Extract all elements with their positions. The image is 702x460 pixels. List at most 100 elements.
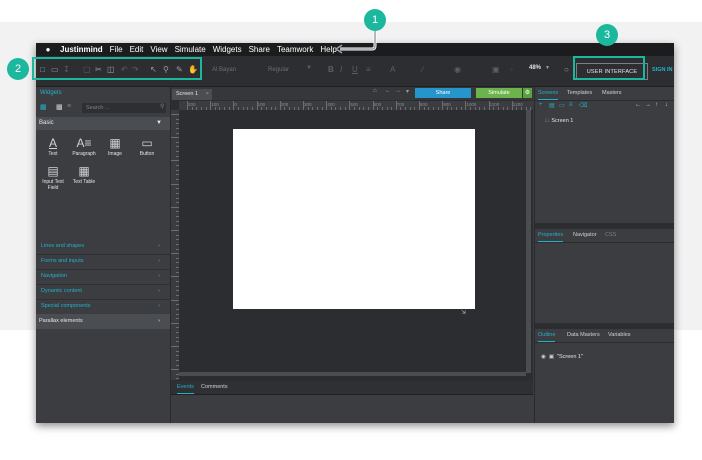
ruler-tick bbox=[219, 107, 221, 110]
outline-tree-item[interactable]: ◉ ▣ "Screen 1" bbox=[541, 354, 583, 360]
library-icon[interactable]: ▦ bbox=[40, 103, 47, 111]
app-name[interactable]: Justinmind bbox=[60, 45, 103, 54]
ruler-tick bbox=[367, 107, 369, 110]
fill-icon[interactable]: ◉ bbox=[454, 65, 461, 74]
basic-group-header[interactable]: Basic ▼ bbox=[36, 117, 170, 130]
menu-edit[interactable]: Edit bbox=[130, 45, 144, 54]
zoom-dropdown-icon[interactable]: ▼ bbox=[545, 65, 550, 71]
font-size-icon[interactable]: ▼ bbox=[306, 65, 312, 71]
screen-dropdown-icon[interactable]: ▾ bbox=[406, 88, 409, 95]
back-icon[interactable]: ← bbox=[385, 88, 391, 94]
forward-icon[interactable]: → bbox=[395, 88, 401, 94]
category-navigation[interactable]: Navigation › bbox=[36, 269, 170, 285]
grid-view-icon[interactable]: ▩ bbox=[56, 103, 63, 111]
ruler-tick bbox=[176, 332, 179, 334]
category-dynamic-content[interactable]: Dynamic content › bbox=[36, 284, 170, 300]
menu-simulate[interactable]: Simulate bbox=[175, 45, 206, 54]
search-icon[interactable]: ○ bbox=[564, 65, 569, 74]
widget-text[interactable]: A Text bbox=[38, 135, 68, 161]
menu-file[interactable]: File bbox=[110, 45, 123, 54]
widget-button[interactable]: ▭ Button bbox=[132, 135, 162, 161]
new-screen-icon[interactable]: ▤ bbox=[549, 102, 555, 109]
ruler-tick bbox=[247, 107, 249, 110]
tab-css[interactable]: CSS bbox=[605, 229, 616, 241]
category-lines-and-shapes[interactable]: Lines and shapes › bbox=[36, 239, 170, 255]
arrow-right-icon[interactable]: → bbox=[645, 102, 651, 108]
add-icon[interactable]: + bbox=[539, 102, 543, 108]
menu-share[interactable]: Share bbox=[249, 45, 270, 54]
zoom-level[interactable]: 48% bbox=[529, 65, 541, 71]
italic-icon[interactable]: I bbox=[340, 65, 342, 74]
ruler-tick bbox=[391, 107, 393, 110]
tab-events[interactable]: Events bbox=[177, 381, 194, 394]
vertical-scrollbar[interactable] bbox=[526, 110, 531, 373]
tab-templates[interactable]: Templates bbox=[567, 87, 592, 99]
tab-data-masters[interactable]: Data Masters bbox=[567, 329, 600, 341]
widget-text-table[interactable]: ▦ Text Table bbox=[69, 163, 99, 189]
category-special-components[interactable]: Special components › bbox=[36, 299, 170, 315]
tab-variables[interactable]: Variables bbox=[608, 329, 631, 341]
widget-paragraph[interactable]: A≡ Paragraph bbox=[69, 135, 99, 161]
underline-icon[interactable]: U bbox=[352, 65, 358, 74]
home-icon[interactable]: ⌂ bbox=[373, 88, 377, 94]
gear-icon[interactable]: ⚙ bbox=[523, 88, 532, 98]
image-widget-icon: ▦ bbox=[109, 136, 121, 150]
line-style-icon[interactable]: ∕ bbox=[422, 65, 423, 74]
tab-masters[interactable]: Masters bbox=[602, 87, 622, 99]
delete-icon[interactable]: ⌫ bbox=[579, 102, 587, 109]
ruler-label: 0 bbox=[234, 102, 237, 107]
ruler-tick bbox=[521, 107, 523, 110]
font-family-select[interactable]: Al Bayan bbox=[212, 64, 236, 76]
eye-icon[interactable]: ◉ bbox=[541, 354, 546, 360]
horizontal-scrollbar[interactable] bbox=[179, 372, 526, 376]
monitor-icon: ▣ bbox=[548, 354, 555, 360]
parallax-elements-group[interactable]: Parallax elements › bbox=[36, 314, 170, 329]
widget-image[interactable]: ▦ Image bbox=[100, 135, 130, 161]
screen-list-item[interactable]: □ Screen 1 bbox=[545, 118, 573, 124]
widgets-search-input[interactable]: Search ... bbox=[82, 103, 166, 113]
ruler-tick bbox=[358, 107, 360, 110]
menu-view[interactable]: View bbox=[150, 45, 167, 54]
bold-icon[interactable]: B bbox=[328, 65, 334, 74]
arrow-down-icon[interactable]: ↓ bbox=[665, 102, 668, 108]
tab-outline[interactable]: Outline bbox=[538, 329, 556, 342]
ruler-tick bbox=[176, 234, 179, 236]
ruler-tick bbox=[275, 107, 277, 110]
arrow-up-icon[interactable]: ↑ bbox=[655, 102, 658, 108]
chevron-right-icon: › bbox=[158, 288, 160, 294]
tab-properties[interactable]: Properties bbox=[538, 229, 564, 242]
arrange-icon[interactable]: ▣ bbox=[492, 65, 500, 74]
simulate-button[interactable]: Simulate bbox=[476, 88, 522, 98]
ruler-tick bbox=[261, 107, 263, 110]
ruler-tick bbox=[242, 107, 244, 110]
align-icon[interactable]: ≡ bbox=[366, 65, 371, 74]
arrow-left-icon[interactable]: ← bbox=[635, 102, 641, 108]
apple-icon[interactable]: ● bbox=[40, 45, 56, 54]
ruler-tick bbox=[483, 107, 485, 110]
widget-input-text-field[interactable]: ▤ Input Text Field bbox=[38, 163, 68, 195]
menu-teamwork[interactable]: Teamwork bbox=[277, 45, 313, 54]
ruler-tick bbox=[171, 137, 179, 139]
category-forms-and-inputs[interactable]: Forms and inputs › bbox=[36, 254, 170, 270]
screen-canvas[interactable] bbox=[233, 129, 475, 309]
close-icon[interactable]: × bbox=[206, 89, 209, 100]
shadow-icon[interactable]: ◦ bbox=[510, 65, 513, 74]
ruler-tick bbox=[171, 322, 179, 324]
font-style-select[interactable]: Regular bbox=[268, 64, 289, 76]
tab-navigator[interactable]: Navigator bbox=[573, 229, 597, 241]
font-color-icon[interactable]: A bbox=[390, 65, 395, 74]
sign-in-link[interactable]: SIGN IN bbox=[652, 67, 672, 73]
basic-group-label: Basic bbox=[39, 120, 54, 126]
ruler-tick bbox=[256, 101, 258, 110]
ruler-tick bbox=[335, 107, 337, 110]
resize-handle-icon[interactable]: ⇲ bbox=[461, 309, 466, 316]
list-view-icon[interactable]: ≡ bbox=[67, 103, 71, 110]
folder-icon[interactable]: ▭ bbox=[559, 102, 565, 109]
ruler-tick bbox=[176, 313, 179, 315]
share-button[interactable]: Share bbox=[415, 88, 471, 98]
list-icon[interactable]: ≡ bbox=[569, 102, 573, 108]
tab-screen-1[interactable]: Screen 1 × bbox=[172, 89, 212, 100]
tab-screens[interactable]: Screens bbox=[538, 87, 559, 100]
tab-comments[interactable]: Comments bbox=[201, 381, 228, 393]
menu-widgets[interactable]: Widgets bbox=[213, 45, 242, 54]
